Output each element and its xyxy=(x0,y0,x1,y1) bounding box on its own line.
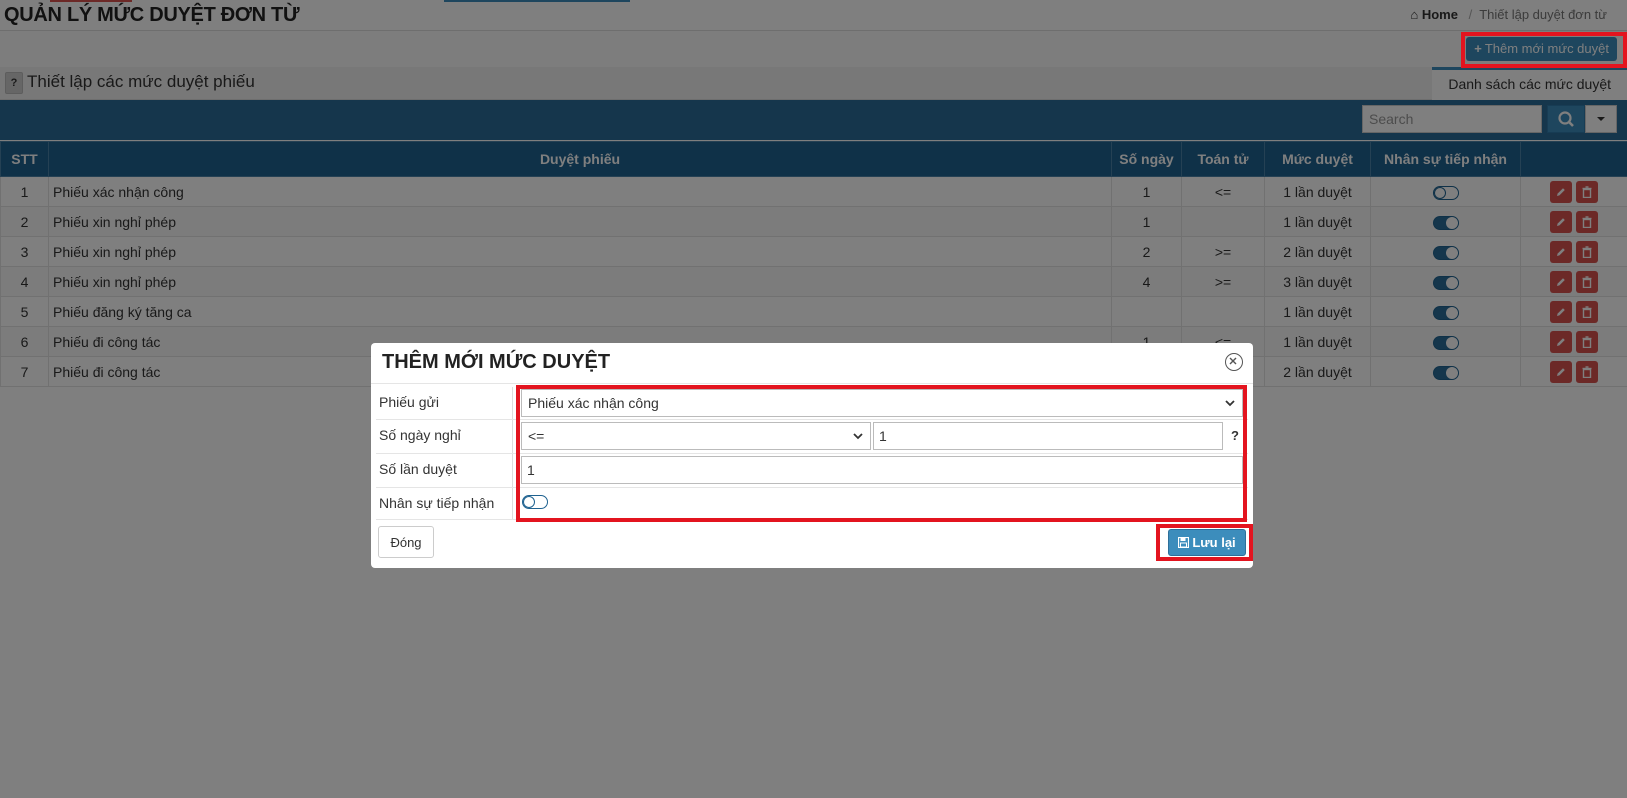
phieu-gui-select[interactable]: Phiếu xác nhận công xyxy=(521,389,1243,417)
close-icon[interactable] xyxy=(1225,353,1243,371)
field-row-so-ngay: Số ngày nghỉ <= ? xyxy=(376,420,1248,454)
page: QUẢN LÝ MỨC DUYỆT ĐƠN TỪ ⌂ Home /Thiết l… xyxy=(0,0,1627,798)
nhan-su-toggle[interactable] xyxy=(522,495,548,509)
operator-select[interactable]: <= xyxy=(521,422,871,450)
close-button[interactable]: Đóng xyxy=(378,526,434,558)
nhan-su-label: Nhân sự tiếp nhận xyxy=(377,488,513,519)
so-lan-label: Số lần duyệt xyxy=(377,454,513,487)
so-ngay-label: Số ngày nghỉ xyxy=(377,420,513,453)
floppy-disk-icon xyxy=(1178,536,1190,549)
field-row-phieu-gui: Phiếu gửi Phiếu xác nhận công xyxy=(376,387,1248,420)
so-ngay-input[interactable] xyxy=(873,422,1223,450)
so-ngay-help-icon[interactable]: ? xyxy=(1231,428,1239,443)
field-row-nhan-su: Nhân sự tiếp nhận xyxy=(376,488,1248,520)
chevron-down-icon xyxy=(853,433,863,440)
save-button[interactable]: Lưu lại xyxy=(1168,529,1246,556)
chevron-down-icon xyxy=(1225,400,1235,407)
modal-divider xyxy=(371,383,1253,384)
modal-title: THÊM MỚI MỨC DUYỆT xyxy=(382,351,611,373)
add-approval-modal: THÊM MỚI MỨC DUYỆT Phiếu gửi Phiếu xác n… xyxy=(371,343,1253,568)
phieu-gui-label: Phiếu gửi xyxy=(377,387,513,419)
field-row-so-lan: Số lần duyệt xyxy=(376,454,1248,488)
so-lan-input[interactable] xyxy=(521,456,1243,484)
